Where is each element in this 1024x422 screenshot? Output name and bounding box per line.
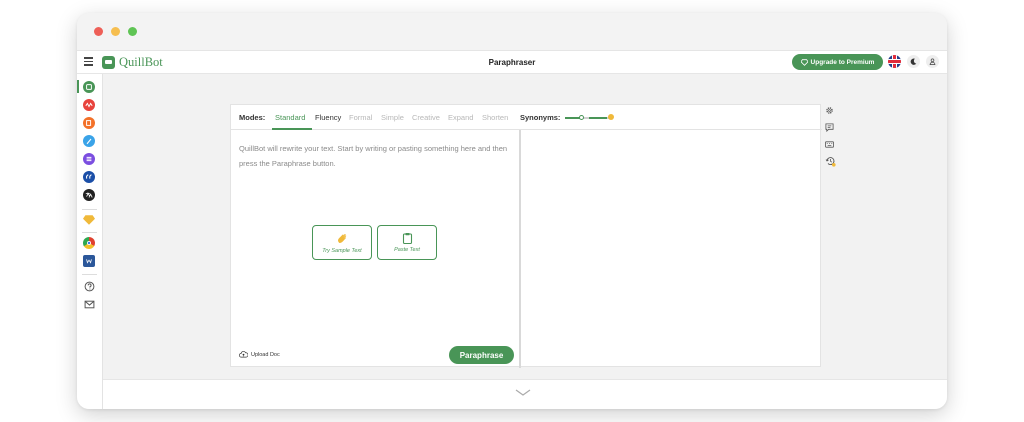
help-icon[interactable] — [83, 280, 95, 292]
co-writer-icon[interactable] — [83, 135, 95, 147]
user-icon[interactable] — [926, 55, 939, 68]
mode-standard[interactable]: Standard — [275, 113, 305, 122]
mode-shorten[interactable]: Shorten — [482, 113, 508, 122]
window-titlebar — [77, 13, 947, 50]
upload-doc-button[interactable]: Upload Doc — [239, 351, 280, 358]
slider-handle[interactable] — [579, 115, 584, 120]
sidebar-divider — [82, 274, 97, 275]
mode-simple[interactable]: Simple — [381, 113, 404, 122]
chrome-extension-icon[interactable] — [83, 237, 95, 249]
moon-icon[interactable] — [907, 55, 920, 68]
plagiarism-checker-icon[interactable] — [83, 117, 95, 129]
cloud-upload-icon — [239, 351, 248, 358]
app-header: QuillBot Paraphraser Upgrade to Premium — [77, 50, 947, 74]
maximize-window-button[interactable] — [128, 27, 137, 36]
sample-text-label: Try Sample Text — [322, 247, 362, 254]
summarizer-icon[interactable] — [83, 153, 95, 165]
sidebar-divider — [82, 232, 97, 233]
modes-bar: Modes: Standard Fluency Formal Simple Cr… — [231, 105, 822, 130]
settings-icon[interactable] — [825, 106, 834, 115]
premium-lock-icon — [608, 114, 614, 120]
translator-icon[interactable] — [83, 189, 95, 201]
upgrade-label: Upgrade to Premium — [810, 58, 875, 66]
feedback-icon[interactable] — [825, 123, 834, 132]
minimize-window-button[interactable] — [111, 27, 120, 36]
paste-text-button[interactable]: Paste Text — [377, 225, 437, 260]
close-window-button[interactable] — [94, 27, 103, 36]
mode-fluency[interactable]: Fluency — [315, 113, 341, 122]
input-placeholder[interactable]: QuillBot will rewrite your text. Start b… — [239, 141, 514, 171]
history-icon[interactable] — [825, 156, 836, 167]
diamond-icon — [800, 58, 808, 66]
synonyms-slider[interactable] — [565, 114, 614, 121]
modes-label: Modes: — [239, 113, 266, 122]
mode-creative[interactable]: Creative — [412, 113, 440, 122]
word-addin-icon[interactable] — [83, 255, 95, 267]
keyboard-icon[interactable] — [825, 140, 834, 149]
hand-wave-icon — [337, 233, 346, 243]
premium-diamond-icon[interactable] — [83, 214, 95, 226]
uk-flag-icon[interactable] — [888, 55, 901, 68]
paraphrase-button[interactable]: Paraphrase — [449, 346, 514, 364]
active-indicator — [77, 80, 79, 93]
grammar-checker-icon[interactable] — [83, 99, 95, 111]
mail-icon[interactable] — [83, 298, 95, 310]
chevron-down-icon[interactable] — [515, 389, 531, 397]
clipboard-icon — [402, 233, 412, 244]
paraphraser-editor: Modes: Standard Fluency Formal Simple Cr… — [230, 104, 822, 368]
upgrade-button[interactable]: Upgrade to Premium — [792, 54, 883, 70]
paraphraser-icon[interactable] — [83, 81, 95, 93]
synonyms-label: Synonyms: — [520, 113, 561, 122]
active-mode-underline — [272, 128, 312, 130]
paste-text-label: Paste Text — [394, 247, 420, 253]
panel-divider[interactable] — [519, 130, 521, 368]
sidebar — [77, 74, 103, 409]
browser-window: QuillBot Paraphraser Upgrade to Premium — [77, 13, 947, 409]
mode-formal[interactable]: Formal — [349, 113, 372, 122]
upload-doc-label: Upload Doc — [251, 351, 280, 358]
mode-expand[interactable]: Expand — [448, 113, 473, 122]
citation-generator-icon[interactable] — [83, 171, 95, 183]
try-sample-text-button[interactable]: Try Sample Text — [312, 225, 372, 260]
sidebar-divider — [82, 209, 97, 210]
